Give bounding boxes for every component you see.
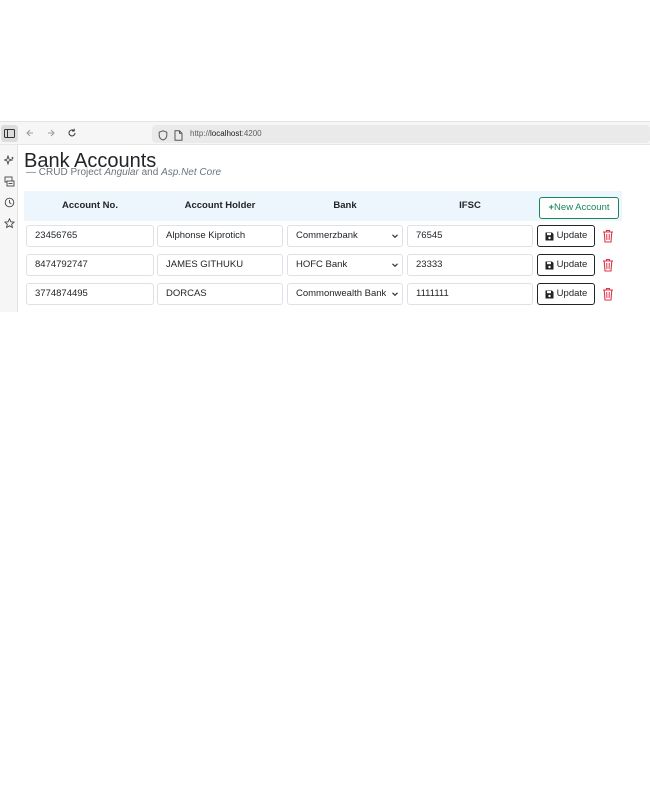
bank-select[interactable]: Commerzbank (287, 225, 403, 247)
star-icon[interactable] (3, 217, 15, 229)
header-account-no: Account No. (62, 200, 118, 211)
table-row: 23456765 Alphonse Kiprotich Commerzbank … (24, 224, 622, 248)
chevron-down-icon (392, 263, 398, 268)
bank-select-value: Commerzbank (296, 230, 358, 241)
chevron-down-icon (392, 234, 398, 239)
url-text[interactable]: http://localhost:4200 (190, 128, 262, 140)
account-no-input[interactable]: 3774874495 (26, 283, 154, 305)
floppy-disk-icon (545, 290, 554, 298)
header-bank: Bank (333, 200, 357, 211)
floppy-disk-icon (545, 232, 554, 240)
table-row: 3774874495 DORCAS Commonwealth Bank 1111… (24, 282, 622, 306)
history-icon[interactable] (3, 196, 15, 208)
sidebar-icon[interactable] (1, 125, 18, 142)
trash-icon[interactable] (602, 287, 614, 301)
url-bar[interactable]: http://localhost:4200 (152, 125, 650, 143)
sparkle-icon[interactable] (3, 154, 15, 166)
account-holder-input[interactable]: DORCAS (157, 283, 283, 305)
ifsc-input[interactable]: 23333 (407, 254, 533, 276)
table-row: 8474792747 JAMES GITHUKU HOFC Bank 23333… (24, 253, 622, 277)
update-button[interactable]: Update (537, 225, 595, 247)
header-account-holder: Account Holder (184, 200, 256, 211)
page-icon[interactable] (174, 128, 183, 146)
new-account-button[interactable]: +New Account (539, 197, 619, 219)
update-label: Update (556, 288, 588, 299)
reload-icon[interactable] (65, 126, 79, 140)
trash-icon[interactable] (602, 258, 614, 272)
bank-select[interactable]: HOFC Bank (287, 254, 403, 276)
browser-window: http://localhost:4200 Bank Accounts — CR… (0, 121, 650, 312)
browser-sidebar (0, 145, 18, 312)
account-holder-input[interactable]: Alphonse Kiprotich (157, 225, 283, 247)
account-no-input[interactable]: 23456765 (26, 225, 154, 247)
header-ifsc: IFSC (459, 200, 481, 211)
table-header: Account No. Account Holder Bank IFSC (24, 191, 622, 221)
browser-toolbar: http://localhost:4200 (0, 122, 650, 145)
chevron-down-icon (392, 292, 398, 297)
page-content: Bank Accounts — CRUD Project Angular and… (22, 145, 626, 312)
bank-select-value: HOFC Bank (296, 259, 348, 270)
page-subtitle: — CRUD Project Angular and Asp.Net Core (26, 167, 222, 178)
arrow-left-icon[interactable] (23, 126, 37, 140)
bank-select[interactable]: Commonwealth Bank (287, 283, 403, 305)
trash-icon[interactable] (602, 229, 614, 243)
account-holder-input[interactable]: JAMES GITHUKU (157, 254, 283, 276)
arrow-right-icon[interactable] (44, 126, 58, 140)
shield-icon[interactable] (158, 128, 168, 146)
new-account-label: New Account (554, 202, 610, 213)
account-no-input[interactable]: 8474792747 (26, 254, 154, 276)
update-label: Update (556, 259, 588, 270)
update-button[interactable]: Update (537, 254, 595, 276)
ifsc-input[interactable]: 76545 (407, 225, 533, 247)
synced-tabs-icon[interactable] (3, 175, 15, 187)
ifsc-input[interactable]: 1111111 (407, 283, 533, 305)
floppy-disk-icon (545, 261, 554, 269)
bank-select-value: Commonwealth Bank (296, 288, 387, 299)
update-label: Update (556, 230, 588, 241)
update-button[interactable]: Update (537, 283, 595, 305)
